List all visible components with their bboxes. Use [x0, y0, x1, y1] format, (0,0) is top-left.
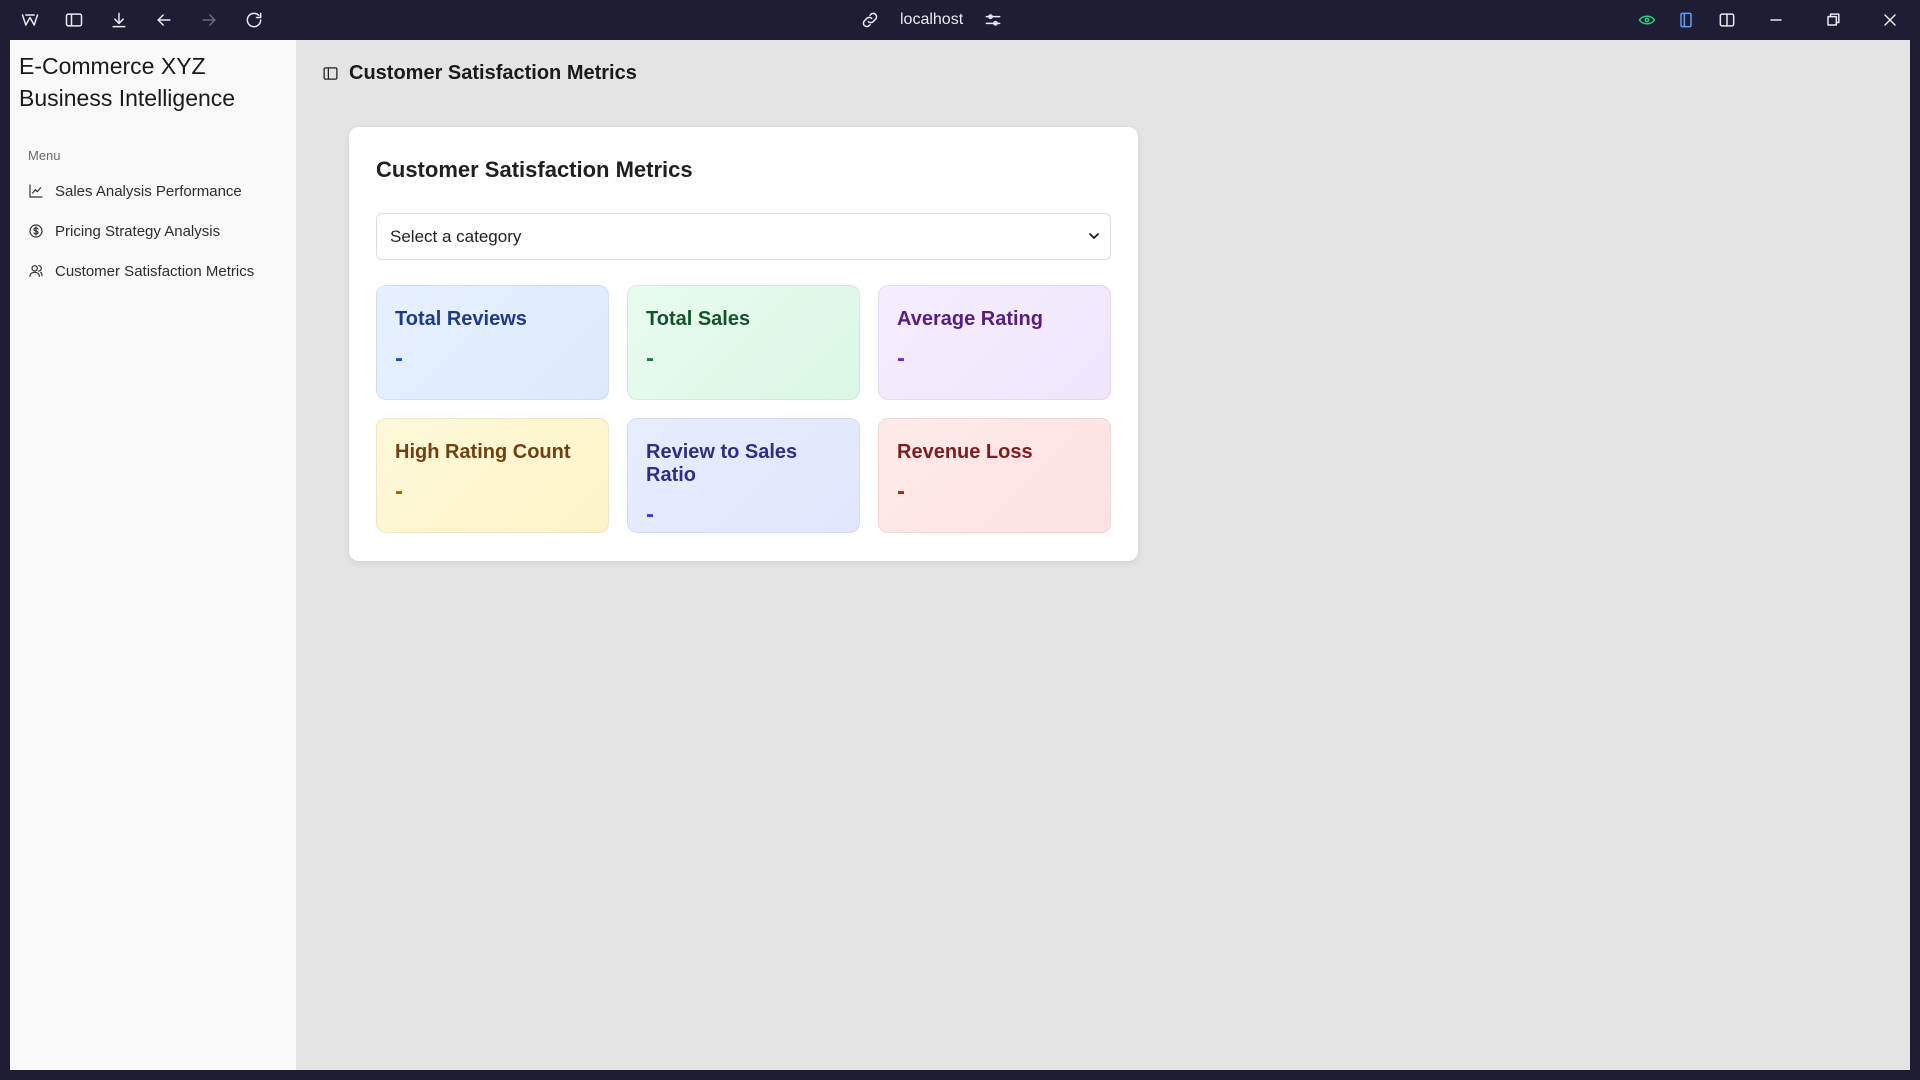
category-select-value: Select a category: [390, 226, 522, 246]
metric-review-to-sales-ratio: Review to Sales Ratio -: [627, 418, 860, 533]
app-window: E-Commerce XYZ Business Intelligence Men…: [10, 40, 1910, 1070]
sidebar-item-customer-satisfaction[interactable]: Customer Satisfaction Metrics: [19, 251, 287, 291]
metrics-card: Customer Satisfaction Metrics Select a c…: [349, 127, 1138, 561]
sidebar: E-Commerce XYZ Business Intelligence Men…: [10, 40, 297, 1070]
metric-value: -: [646, 501, 654, 528]
metric-high-rating-count: High Rating Count -: [376, 418, 609, 533]
restore-icon[interactable]: [1819, 6, 1847, 34]
sidebar-toggle-icon[interactable]: [60, 6, 88, 34]
dollar-circle-icon: [28, 223, 44, 239]
metric-label: High Rating Count: [395, 441, 571, 463]
metric-value: -: [897, 345, 905, 372]
metric-value: -: [395, 478, 403, 505]
brand-line-1: E-Commerce XYZ: [19, 53, 206, 79]
panel-toggle-icon[interactable]: [322, 65, 339, 82]
line-chart-icon: [28, 183, 44, 199]
site-settings-icon[interactable]: [983, 10, 1003, 30]
sidebar-item-pricing-strategy[interactable]: Pricing Strategy Analysis: [19, 211, 287, 251]
app-logo-icon[interactable]: [16, 6, 44, 34]
metric-value: -: [646, 345, 654, 372]
browser-toolbar: localhost: [0, 0, 1920, 40]
extension-icon[interactable]: [1672, 6, 1700, 34]
vpn-icon[interactable]: [1633, 6, 1661, 34]
forward-arrow-icon[interactable]: [195, 6, 223, 34]
sidebar-item-label: Pricing Strategy Analysis: [55, 222, 221, 240]
minimize-icon[interactable]: [1762, 6, 1790, 34]
reload-icon[interactable]: [240, 6, 268, 34]
metric-label: Total Reviews: [395, 308, 527, 330]
url-text[interactable]: localhost: [900, 11, 963, 29]
sidebar-item-label: Sales Analysis Performance: [55, 182, 242, 200]
brand-line-2: Business Intelligence: [19, 85, 236, 111]
sidebar-item-sales-analysis[interactable]: Sales Analysis Performance: [19, 171, 287, 211]
metric-total-reviews: Total Reviews -: [376, 285, 609, 400]
users-icon: [28, 263, 44, 279]
chevron-down-icon: [1086, 228, 1102, 244]
split-view-icon[interactable]: [1713, 6, 1741, 34]
metric-value: -: [897, 478, 905, 505]
page-header: Customer Satisfaction Metrics: [322, 62, 637, 85]
link-icon[interactable]: [860, 10, 880, 30]
metric-total-sales: Total Sales -: [627, 285, 860, 400]
sidebar-item-label: Customer Satisfaction Metrics: [55, 262, 255, 280]
metric-revenue-loss: Revenue Loss -: [878, 418, 1111, 533]
back-arrow-icon[interactable]: [150, 6, 178, 34]
metric-label: Revenue Loss: [897, 441, 1033, 463]
category-select[interactable]: Select a category: [376, 213, 1111, 260]
metric-value: -: [395, 345, 403, 372]
address-bar[interactable]: localhost: [860, 0, 1003, 40]
close-icon[interactable]: [1876, 6, 1904, 34]
page-title: Customer Satisfaction Metrics: [349, 62, 637, 84]
card-title: Customer Satisfaction Metrics: [376, 157, 693, 182]
metric-label: Review to Sales Ratio: [646, 441, 798, 486]
metric-average-rating: Average Rating -: [878, 285, 1111, 400]
menu-label: Menu: [28, 148, 61, 163]
download-icon[interactable]: [105, 6, 133, 34]
brand-title: E-Commerce XYZ Business Intelligence: [19, 50, 287, 114]
sidebar-nav: Sales Analysis Performance Pricing Strat…: [19, 171, 287, 291]
metrics-grid: Total Reviews - Total Sales - Average Ra…: [376, 285, 1111, 533]
main-content: Customer Satisfaction Metrics Customer S…: [297, 40, 1910, 1070]
metric-label: Average Rating: [897, 308, 1043, 330]
metric-label: Total Sales: [646, 308, 751, 330]
